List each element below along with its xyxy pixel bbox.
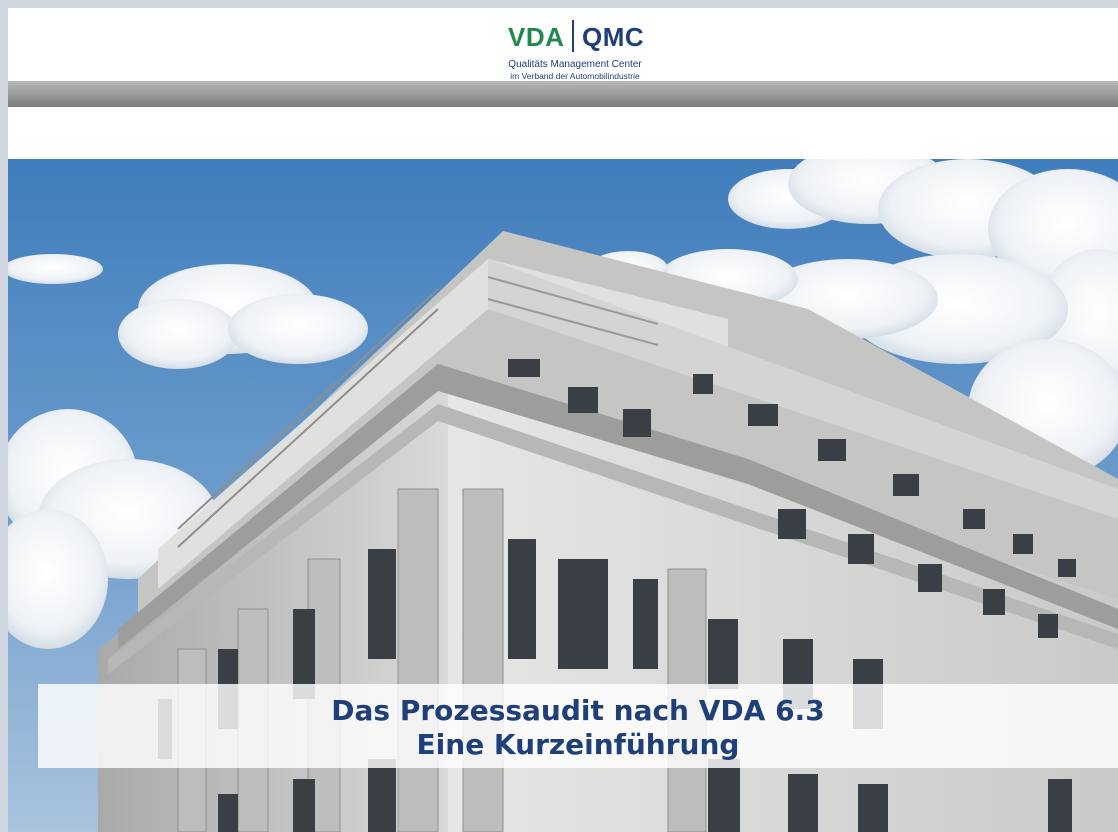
logo-divider	[572, 20, 574, 52]
logo-wordmark: VDA QMC	[500, 18, 660, 54]
logo-subtitle-1: Qualitäts Management Center	[508, 59, 642, 70]
white-band	[8, 107, 1118, 159]
vda-qmc-logo: VDA QMC Qualitäts Management Center im V…	[500, 16, 660, 81]
title-line-2: Eine Kurzeinführung	[416, 728, 740, 761]
logo-subtitle-2: im Verband der Automobilindustrie	[510, 71, 640, 81]
logo-qmc-text: QMC	[582, 22, 645, 52]
header: VDA QMC Qualitäts Management Center im V…	[8, 8, 1118, 81]
slide: VDA QMC Qualitäts Management Center im V…	[8, 8, 1118, 832]
gray-divider-bar	[8, 81, 1118, 107]
title-line-1: Das Prozessaudit nach VDA 6.3	[331, 694, 825, 727]
title-box: Das Prozessaudit nach VDA 6.3 Eine Kurze…	[38, 684, 1118, 768]
building-photo: Das Prozessaudit nach VDA 6.3 Eine Kurze…	[8, 159, 1118, 832]
logo-vda-text: VDA	[508, 22, 565, 52]
